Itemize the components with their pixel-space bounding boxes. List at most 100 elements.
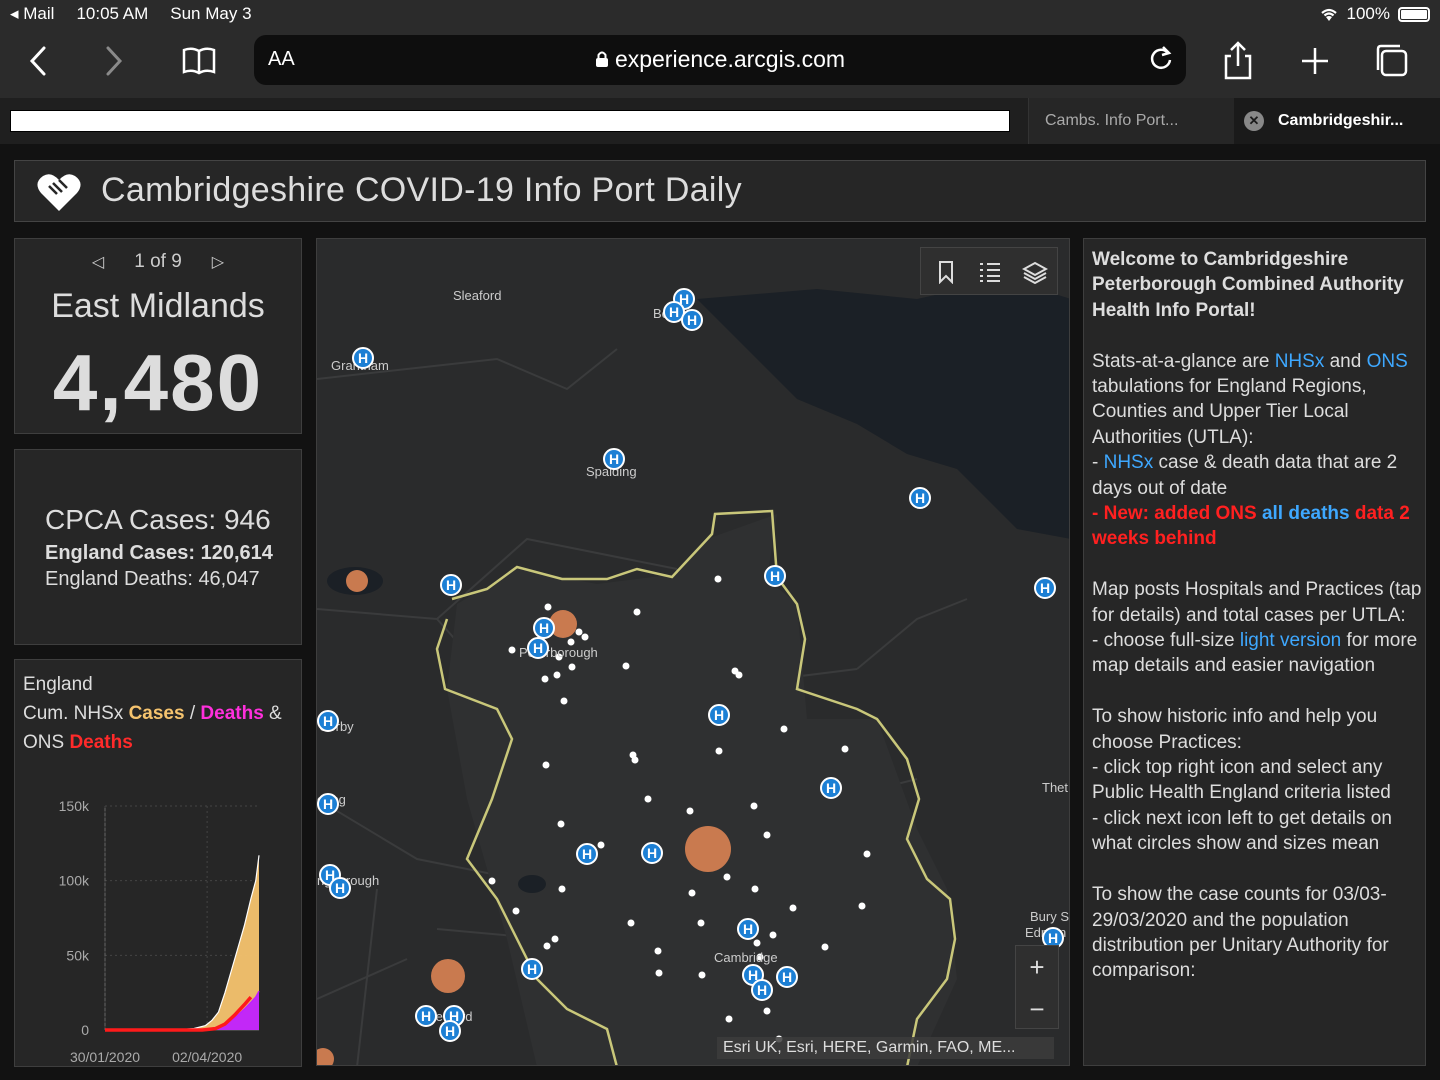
- reload-icon[interactable]: [1148, 43, 1174, 80]
- forward-icon[interactable]: [90, 40, 136, 82]
- info-panel: Welcome to Cambridgeshire Peterborough C…: [1083, 238, 1426, 1066]
- hospital-marker[interactable]: H: [820, 777, 842, 799]
- summary-panel: CPCA Cases: 946 England Cases: 120,614 E…: [14, 449, 302, 645]
- date: Sun May 3: [170, 4, 252, 23]
- zoom-control: + −: [1015, 945, 1059, 1029]
- hospital-marker[interactable]: H: [440, 574, 462, 596]
- case-counts-paragraph: To show the case counts for 03/03-29/03/…: [1092, 884, 1389, 982]
- map-toolbar: [920, 247, 1058, 295]
- tab-strip-placeholder: [10, 110, 1010, 132]
- new-tab-icon[interactable]: [1292, 40, 1338, 82]
- map-basemap: [317, 279, 1069, 1066]
- nhsx-link[interactable]: NHSx: [1275, 351, 1325, 372]
- previous-arrow-icon[interactable]: ◁: [92, 252, 104, 272]
- hospital-marker[interactable]: H: [415, 1005, 437, 1027]
- series-area-cases: [105, 855, 259, 1030]
- the-wash-water: [697, 279, 1069, 539]
- stats-paragraph: Stats-at-a-glance are NHSx and ONS tabul…: [1092, 350, 1410, 550]
- dashboard-page: Cambridgeshire COVID-19 Info Port Daily …: [0, 144, 1440, 1080]
- hospital-marker[interactable]: H: [576, 843, 598, 865]
- cases-circle-leicestershire[interactable]: [346, 570, 368, 592]
- map-view[interactable]: Sleaford Boston Grantham Spalding Peterb…: [316, 238, 1070, 1066]
- region-case-count: 4,480: [52, 338, 264, 427]
- map-label-bury: Bury S: [1030, 909, 1070, 924]
- tab-cambridgeshire[interactable]: ✕ Cambridgeshir...: [1234, 98, 1440, 144]
- cumulative-chart[interactable]: 150k 100k 50k 0 30/01/2020 02/04/2020: [15, 772, 303, 1066]
- dashboard-header: Cambridgeshire COVID-19 Info Port Daily: [14, 160, 1426, 222]
- hospital-marker[interactable]: H: [521, 958, 543, 980]
- light-version-link[interactable]: light version: [1240, 630, 1341, 651]
- nhsx-link-2[interactable]: NHSx: [1104, 452, 1154, 473]
- page-title: Cambridgeshire COVID-19 Info Port Daily: [101, 171, 742, 209]
- hospital-marker[interactable]: H: [641, 842, 663, 864]
- y-tick-label: 50k: [66, 947, 90, 963]
- hospital-marker[interactable]: H: [317, 710, 339, 732]
- cumulative-chart-panel: England Cum. NHSx Cases / Deaths & ONS D…: [14, 659, 302, 1067]
- hospital-marker[interactable]: H: [603, 448, 625, 470]
- cases-circle-cambridgeshire[interactable]: [685, 826, 731, 872]
- hospital-marker[interactable]: H: [352, 347, 374, 369]
- region-indicator-panel: ◁ 1 of 9 ▷ East Midlands 4,480: [14, 238, 302, 434]
- layers-icon[interactable]: [1021, 260, 1049, 285]
- tabs-overview-icon[interactable]: [1370, 40, 1416, 82]
- lake: [518, 875, 546, 893]
- chart-title: England Cum. NHSx Cases / Deaths & ONS D…: [23, 674, 282, 753]
- all-deaths-link[interactable]: all deaths: [1257, 503, 1350, 524]
- share-icon[interactable]: [1216, 40, 1262, 82]
- heart-hands-logo-icon: [37, 174, 81, 211]
- hospital-marker[interactable]: H: [708, 704, 730, 726]
- battery-percent: 100%: [1346, 4, 1390, 23]
- next-arrow-icon[interactable]: ▷: [212, 252, 224, 272]
- address-bar[interactable]: AA experience.arcgis.com: [254, 35, 1186, 85]
- england-deaths: England Deaths: 46,047: [45, 568, 260, 590]
- zoom-out-button[interactable]: −: [1016, 988, 1058, 1030]
- hospital-marker[interactable]: H: [909, 487, 931, 509]
- bookmark-icon[interactable]: [933, 260, 959, 285]
- county-fill: [447, 514, 957, 1065]
- hospital-marker[interactable]: H: [737, 918, 759, 940]
- x-tick-label: 30/01/2020: [70, 1049, 140, 1065]
- hospital-marker[interactable]: H: [439, 1020, 461, 1042]
- indicator-pager: ◁ 1 of 9 ▷: [91, 251, 225, 272]
- hospital-marker[interactable]: H: [764, 565, 786, 587]
- zoom-in-button[interactable]: +: [1016, 946, 1058, 988]
- historic-paragraph: To show historic info and help you choos…: [1092, 706, 1392, 855]
- welcome-heading: Welcome to Cambridgeshire Peterborough C…: [1092, 249, 1404, 321]
- tab-cambs-info-port[interactable]: Cambs. Info Port...: [1028, 98, 1234, 144]
- close-tab-icon[interactable]: ✕: [1244, 111, 1264, 131]
- y-tick-label: 150k: [59, 798, 90, 814]
- hospital-marker[interactable]: H: [317, 793, 339, 815]
- ons-link[interactable]: ONS: [1367, 351, 1408, 372]
- hospital-marker[interactable]: H: [776, 966, 798, 988]
- browser-toolbar: AA experience.arcgis.com: [0, 28, 1440, 98]
- back-to-app[interactable]: ◂ Mail: [10, 4, 54, 24]
- hospital-marker[interactable]: H: [533, 617, 555, 639]
- cases-circle-bedford[interactable]: [431, 959, 465, 993]
- hospital-marker[interactable]: H: [527, 637, 549, 659]
- info-text: Welcome to Cambridgeshire Peterborough C…: [1092, 247, 1422, 1009]
- map-label-cambridge: Cambridge: [714, 950, 778, 965]
- url-text: experience.arcgis.com: [254, 46, 1186, 73]
- map-paragraph: Map posts Hospitals and Practices (tap f…: [1092, 579, 1422, 677]
- map-label-thetford: Thet: [1042, 780, 1069, 795]
- back-icon[interactable]: [16, 40, 62, 82]
- battery-icon: [1398, 6, 1430, 22]
- cpca-cases: CPCA Cases: 946: [45, 504, 271, 535]
- map-label-sleaford: Sleaford: [453, 288, 502, 303]
- hospital-marker[interactable]: H: [681, 309, 703, 331]
- lock-icon: [595, 51, 608, 67]
- legend-list-icon[interactable]: [977, 260, 1003, 284]
- hospital-marker[interactable]: H: [751, 979, 773, 1001]
- cases-circle-edge[interactable]: [317, 1048, 334, 1066]
- bookmarks-icon[interactable]: [176, 40, 222, 82]
- tab-bar: Cambs. Info Port... ✕ Cambridgeshir...: [0, 98, 1440, 144]
- wifi-icon: [1320, 8, 1337, 21]
- hospital-marker[interactable]: H: [329, 877, 351, 899]
- clock: 10:05 AM: [76, 4, 149, 23]
- y-tick-label: 0: [81, 1022, 89, 1038]
- map-attribution[interactable]: Esri UK, Esri, HERE, Garmin, FAO, ME...: [717, 1037, 1054, 1059]
- y-tick-label: 100k: [59, 873, 90, 889]
- hospital-marker[interactable]: H: [1034, 577, 1056, 599]
- england-cases: England Cases: 120,614: [45, 542, 273, 564]
- x-tick-label: 02/04/2020: [172, 1049, 242, 1065]
